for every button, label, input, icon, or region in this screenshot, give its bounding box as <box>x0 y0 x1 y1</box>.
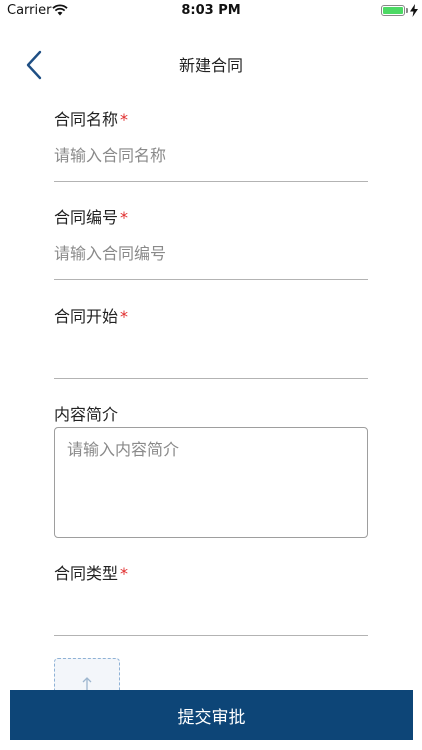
required-mark: * <box>120 110 129 129</box>
clock: 8:03 PM <box>181 3 241 18</box>
summary-textarea[interactable] <box>54 427 368 538</box>
battery-cap <box>406 8 408 13</box>
contract-start-divider <box>54 378 368 379</box>
contract-type-input[interactable] <box>54 594 368 624</box>
contract-type-label-text: 合同类型 <box>54 564 119 583</box>
contract-start-label: 合同开始 * <box>54 303 128 327</box>
battery-icon <box>381 5 405 16</box>
contract-start-input[interactable] <box>54 337 368 367</box>
status-bar: Carrier 8:03 PM <box>0 0 422 22</box>
summary-label: 内容简介 <box>54 405 119 424</box>
page-title: 新建合同 <box>178 56 243 75</box>
submit-approval-button[interactable]: 提交审批 <box>10 690 413 740</box>
contract-type-label: 合同类型 * <box>54 560 128 584</box>
contract-number-divider <box>54 279 368 280</box>
required-mark: * <box>120 564 129 583</box>
charging-bolt-icon <box>410 4 418 17</box>
contract-name-input[interactable] <box>54 140 368 170</box>
required-mark: * <box>120 208 129 227</box>
contract-name-label-text: 合同名称 <box>54 110 119 129</box>
contract-name-divider <box>54 181 368 182</box>
contract-number-label-text: 合同编号 <box>54 208 119 227</box>
contract-number-label: 合同编号 * <box>54 204 128 228</box>
contract-type-divider <box>54 635 368 636</box>
contract-name-label: 合同名称 * <box>54 106 128 130</box>
contract-number-input[interactable] <box>54 238 368 268</box>
contract-start-label-text: 合同开始 <box>54 307 119 326</box>
required-mark: * <box>120 307 129 326</box>
navigation-bar: 新建合同 <box>0 22 422 102</box>
upload-arrow-icon <box>82 677 92 690</box>
